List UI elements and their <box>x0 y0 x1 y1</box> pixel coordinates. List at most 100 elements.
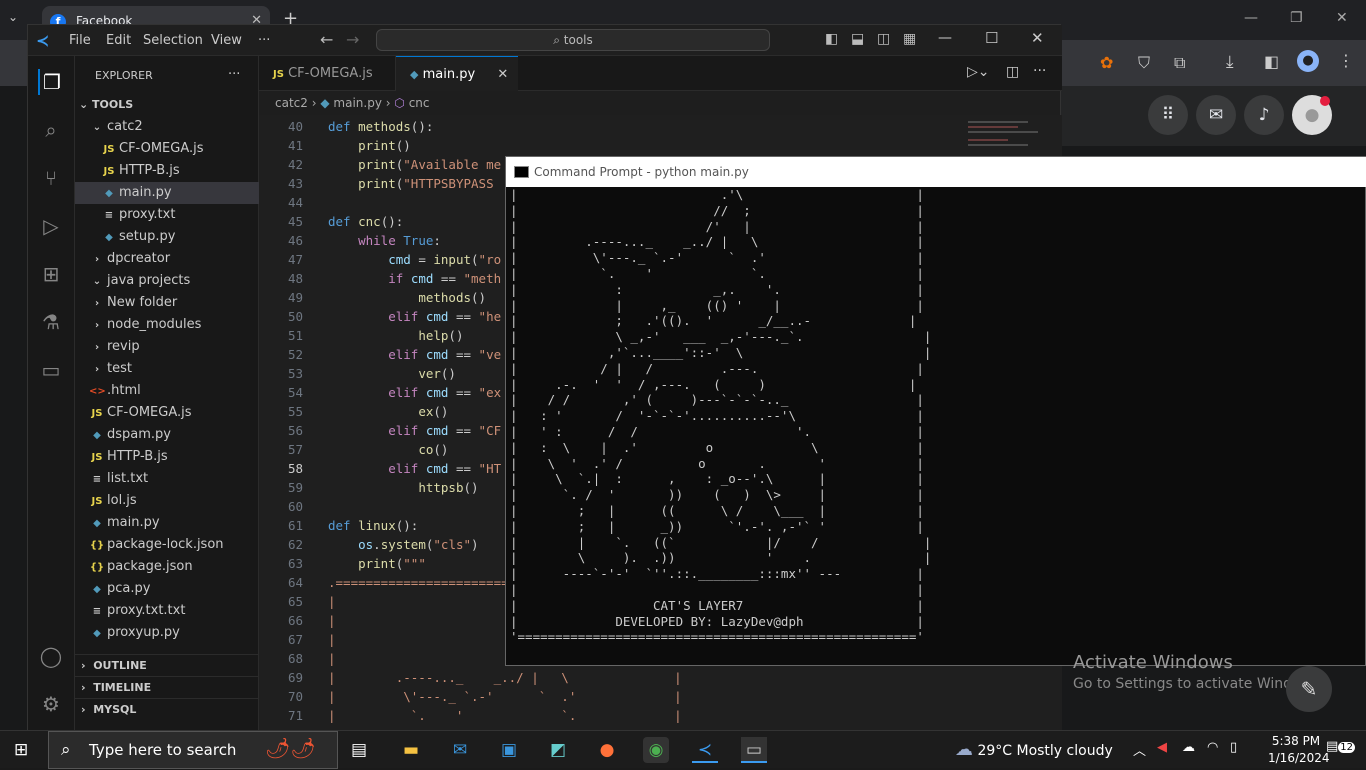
window-maximize-icon[interactable]: ☐ <box>985 29 998 47</box>
tree-item[interactable]: ◆ransome.py <box>75 644 259 648</box>
mysql-section[interactable]: › MYSQL <box>75 698 259 720</box>
menu-file[interactable]: File <box>69 33 91 48</box>
new-message-edit-icon[interactable]: ✎ <box>1286 666 1332 712</box>
task-view-icon[interactable]: ▤ <box>346 737 372 763</box>
explorer-icon[interactable]: ❐ <box>38 69 64 95</box>
tree-item[interactable]: › node_modules <box>75 314 259 336</box>
tree-item[interactable]: ◆ main.py <box>75 182 259 204</box>
puzzle-icon[interactable]: ⧉ <box>1174 53 1185 73</box>
tree-item[interactable]: › revip <box>75 336 259 358</box>
battery-icon[interactable]: ▯ <box>1230 740 1237 755</box>
settings-gear-icon[interactable]: ⚙ <box>38 691 64 717</box>
editor-more-icon[interactable]: ··· <box>1033 63 1046 79</box>
minimize-icon[interactable]: — <box>1244 10 1258 26</box>
onedrive-icon[interactable]: ☁ <box>1182 740 1195 755</box>
taskbar-search[interactable]: ⌕ Type here to search 🌶🌶 <box>48 731 338 769</box>
toggle-panel-icon[interactable]: ⬓ <box>851 31 864 47</box>
clock[interactable]: 5:38 PM 1/16/2024 <box>1268 733 1330 767</box>
timeline-section[interactable]: › TIMELINE <box>75 676 259 698</box>
chrome-icon[interactable]: ◉ <box>643 737 669 763</box>
customize-layout-icon[interactable]: ▦ <box>903 31 916 47</box>
accounts-icon[interactable]: ◯ <box>38 643 64 669</box>
tab-main-py[interactable]: ◆ main.py ✕ <box>396 56 518 91</box>
extensions-icon[interactable]: ⊞ <box>38 261 64 287</box>
window-close-icon[interactable]: ✕ <box>1031 29 1044 47</box>
tray-chevron-up-icon[interactable]: ︿ <box>1133 740 1146 759</box>
tree-item[interactable]: <>.html <box>75 380 259 402</box>
outline-section[interactable]: › OUTLINE <box>75 654 259 676</box>
download-icon[interactable]: ⤓ <box>1226 52 1234 72</box>
file-explorer-icon[interactable]: ▬ <box>398 737 424 763</box>
tree-item[interactable]: ◆ proxyup.py <box>75 622 259 644</box>
search-icon[interactable]: ⌕ <box>38 117 64 143</box>
menu-selection[interactable]: Selection <box>143 33 203 48</box>
sidepanel-icon[interactable]: ◧ <box>1264 52 1279 71</box>
breadcrumb-folder[interactable]: catc2 <box>275 96 308 110</box>
tree-item[interactable]: ◆ setup.py <box>75 226 259 248</box>
tree-item[interactable]: JS lol.js <box>75 490 259 512</box>
run-icon[interactable]: ▷⌄ <box>967 64 990 80</box>
window-minimize-icon[interactable]: — <box>938 30 952 46</box>
microsoft-store-icon[interactable]: ▣ <box>496 737 522 763</box>
tree-item[interactable]: ◆ pca.py <box>75 578 259 600</box>
toggle-secondary-sidebar-icon[interactable]: ◫ <box>877 31 890 47</box>
tab-search-icon[interactable]: ⌄ <box>8 10 18 24</box>
more-menu-icon[interactable]: ⋮ <box>1338 51 1354 70</box>
tree-item[interactable]: JS HTTP-B.js <box>75 160 259 182</box>
tree-item[interactable]: › dpcreator <box>75 248 259 270</box>
toggle-sidebar-icon[interactable]: ◧ <box>825 31 838 47</box>
tree-item[interactable]: {} package.json <box>75 556 259 578</box>
explorer-more-button[interactable]: ··· <box>228 67 240 82</box>
mail-icon[interactable]: ✉ <box>447 737 473 763</box>
close-icon[interactable]: ✕ <box>1336 10 1348 26</box>
tree-item[interactable]: ◆ dspam.py <box>75 424 259 446</box>
shield-icon[interactable]: ⛉ <box>1138 53 1150 73</box>
notifications-bell-icon[interactable]: ♪ <box>1244 95 1284 135</box>
firefox-icon[interactable]: ● <box>594 737 620 763</box>
back-arrow-icon[interactable]: ← <box>320 30 333 49</box>
tree-item[interactable]: ◆ main.py <box>75 512 259 534</box>
command-center-search[interactable]: ⌕ tools <box>376 29 770 51</box>
extension-cookie-icon[interactable]: ✿ <box>1100 53 1113 72</box>
profile-icon[interactable]: ● <box>1297 50 1319 72</box>
tree-item[interactable]: ⌄ catc2 <box>75 116 259 138</box>
windows-start-icon[interactable]: ⊞ <box>14 740 28 760</box>
tab-cf-omega[interactable]: JS CF-OMEGA.js <box>259 56 396 91</box>
split-editor-icon[interactable]: ◫ <box>1006 64 1019 80</box>
tree-item[interactable]: ≡ proxy.txt.txt <box>75 600 259 622</box>
breadcrumb-symbol[interactable]: cnc <box>409 96 430 110</box>
breadcrumb-file[interactable]: main.py <box>333 96 382 110</box>
tree-item[interactable]: ⌄ java projects <box>75 270 259 292</box>
menu-grid-icon[interactable]: ⠿ <box>1148 95 1188 135</box>
wifi-icon[interactable]: ◠ <box>1207 740 1218 755</box>
cmd-titlebar[interactable]: Command Prompt - python main.py <box>506 157 1366 187</box>
command-prompt-window[interactable]: Command Prompt - python main.py | .'\ | … <box>505 156 1366 666</box>
vscode-taskbar-icon[interactable]: ≺ <box>692 737 718 763</box>
tree-item[interactable]: JS HTTP-B.js <box>75 446 259 468</box>
menu-edit[interactable]: Edit <box>106 33 131 48</box>
notification-center-icon[interactable]: ▤ 12 <box>1326 739 1356 754</box>
messenger-icon[interactable]: ✉ <box>1196 95 1236 135</box>
tree-item[interactable]: › test <box>75 358 259 380</box>
testing-flask-icon[interactable]: ⚗ <box>38 309 64 335</box>
menu-more[interactable]: ··· <box>258 33 270 48</box>
forward-arrow-icon[interactable]: → <box>346 30 359 49</box>
tree-item[interactable]: › New folder <box>75 292 259 314</box>
tray-app-icon[interactable]: ◀ <box>1157 740 1167 755</box>
tree-item[interactable]: ≡ list.txt <box>75 468 259 490</box>
run-debug-icon[interactable]: ▷ <box>38 213 64 239</box>
workspace-root[interactable]: ⌄ TOOLS <box>79 94 133 116</box>
remote-explorer-icon[interactable]: ▭ <box>38 357 64 383</box>
tree-item[interactable]: JS CF-OMEGA.js <box>75 138 259 160</box>
tree-item[interactable]: ≡ proxy.txt <box>75 204 259 226</box>
restore-icon[interactable]: ❐ <box>1290 10 1303 26</box>
menu-view[interactable]: View <box>211 33 242 48</box>
cmd-taskbar-icon[interactable]: ▭ <box>741 737 767 763</box>
weather-text[interactable]: 29°C Mostly cloudy <box>977 743 1112 759</box>
source-control-icon[interactable]: ⑂ <box>38 165 64 191</box>
tree-item[interactable]: JS CF-OMEGA.js <box>75 402 259 424</box>
app-icon[interactable]: ◩ <box>545 737 571 763</box>
minimap[interactable] <box>968 117 1048 157</box>
tree-item[interactable]: {} package-lock.json <box>75 534 259 556</box>
tab-close-icon[interactable]: ✕ <box>497 67 508 82</box>
